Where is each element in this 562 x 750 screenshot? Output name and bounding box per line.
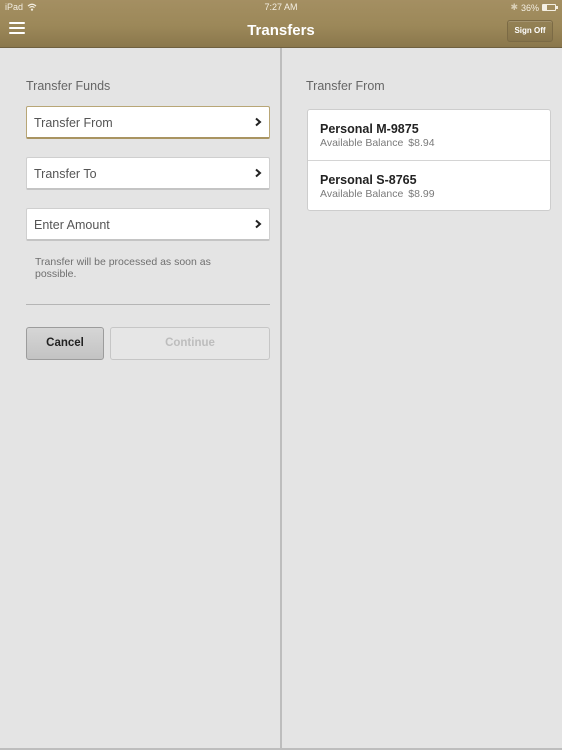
chevron-right-icon [255,117,262,127]
account-name: Personal S-8765 [320,173,417,187]
account-balance: Available Balance $8.99 [320,188,435,200]
cancel-button[interactable]: Cancel [26,327,104,360]
sign-off-button[interactable]: Sign Off [507,20,553,42]
field-label: Transfer To [34,167,97,181]
transfer-to-field[interactable]: Transfer To [26,157,270,190]
divider-line [26,304,270,305]
transfer-funds-panel: Transfer Funds Transfer From Transfer To… [0,48,280,750]
account-list: Personal M-9875 Available Balance $8.94 P… [307,109,551,211]
continue-button[interactable]: Continue [110,327,270,360]
balance-label: Available Balance [320,188,404,200]
battery-icon [542,4,558,11]
balance-label: Available Balance [320,137,404,149]
section-title-transfer-from: Transfer From [306,79,385,93]
section-title-transfer-funds: Transfer Funds [26,79,111,93]
account-item[interactable]: Personal M-9875 Available Balance $8.94 [308,110,550,160]
account-name: Personal M-9875 [320,122,419,136]
transfer-from-field[interactable]: Transfer From [26,106,270,139]
enter-amount-field[interactable]: Enter Amount [26,208,270,241]
app-header: iPad 7:27 AM ✱ 36% Transfers Sign Off [0,0,562,48]
status-bar: iPad 7:27 AM ✱ 36% [0,0,562,15]
clock: 7:27 AM [264,2,298,12]
balance-value: $8.99 [408,188,435,200]
battery-level [543,5,548,10]
bluetooth-icon: ✱ [510,2,518,12]
chevron-right-icon [255,168,262,178]
transfer-from-panel: Transfer From Personal M-9875 Available … [282,48,562,750]
page-title: Transfers [247,22,315,39]
balance-value: $8.94 [408,137,435,149]
battery-percent: 36% [520,2,539,13]
chevron-right-icon [255,219,262,229]
processing-note: Transfer will be processed as soon as po… [35,256,211,280]
field-label: Transfer From [34,116,113,130]
account-balance: Available Balance $8.94 [320,137,435,149]
field-label: Enter Amount [34,218,110,232]
account-item[interactable]: Personal S-8765 Available Balance $8.99 [308,160,550,210]
